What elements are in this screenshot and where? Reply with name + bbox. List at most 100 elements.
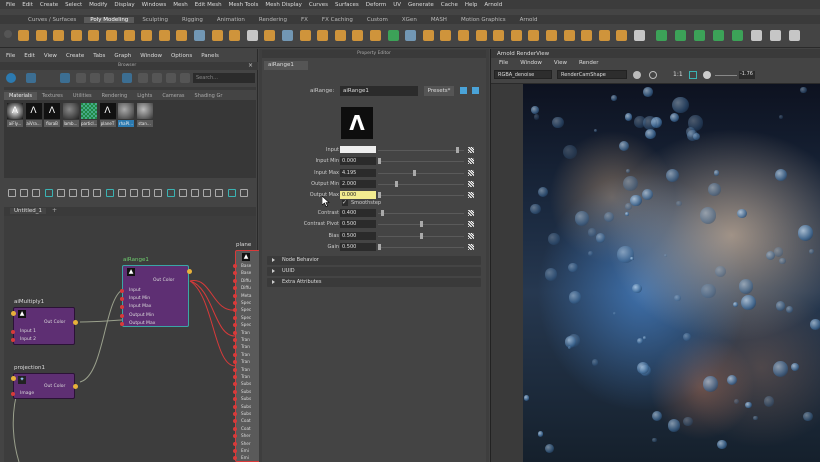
map-button-icon[interactable] xyxy=(468,210,474,216)
browser-gear-icon[interactable] xyxy=(180,73,190,83)
map-button-icon[interactable] xyxy=(468,232,474,239)
shelf-tool-icon[interactable] xyxy=(475,30,487,41)
menu-surfaces[interactable]: Surfaces xyxy=(335,2,359,8)
menu-edit-mesh[interactable]: Edit Mesh xyxy=(195,2,222,8)
shelf-tool-icon[interactable] xyxy=(422,30,434,41)
port-in[interactable] xyxy=(233,367,237,372)
node-editor-tool-icon[interactable] xyxy=(227,189,236,197)
attr-slider-handle[interactable] xyxy=(394,180,398,187)
shelf-tool-icon[interactable] xyxy=(510,30,522,41)
port-in[interactable] xyxy=(120,289,124,293)
shelf-tool-icon[interactable] xyxy=(751,30,762,41)
shelf-tool-icon[interactable] xyxy=(18,30,29,41)
material-swatch[interactable]: particl... xyxy=(81,103,97,128)
shelf-tool-icon[interactable] xyxy=(352,30,364,41)
port-in[interactable] xyxy=(233,441,237,446)
port-out[interactable] xyxy=(73,320,78,325)
tab-fx[interactable]: FX xyxy=(295,17,314,23)
port-in[interactable] xyxy=(11,338,15,342)
tab-rendering[interactable]: Rendering xyxy=(253,17,293,23)
shelf-tool-icon[interactable] xyxy=(546,30,557,41)
menu-mesh-tools[interactable]: Mesh Tools xyxy=(229,2,259,8)
shelf-tool-icon[interactable] xyxy=(789,30,800,41)
port-in[interactable] xyxy=(233,293,237,298)
port-in[interactable] xyxy=(233,456,237,461)
shelf-tool-icon[interactable] xyxy=(694,30,705,41)
hs-menu-options[interactable]: Options xyxy=(171,53,192,59)
node-editor-tool-icon[interactable] xyxy=(239,189,248,197)
attr-slider-track[interactable] xyxy=(378,183,464,185)
port-in[interactable] xyxy=(233,382,237,387)
port-in[interactable] xyxy=(233,397,237,402)
attr-field[interactable]: 0.000 xyxy=(340,157,376,166)
port-in[interactable] xyxy=(11,311,16,316)
port-in[interactable] xyxy=(233,264,237,268)
rv-menu-render[interactable]: Render xyxy=(579,60,599,66)
port-in[interactable] xyxy=(233,404,237,409)
shelf-tool-icon[interactable] xyxy=(656,30,667,41)
shelf-tool-icon[interactable] xyxy=(264,30,276,41)
tab-airange[interactable]: aiRange1 xyxy=(264,61,308,70)
shelf-tool-icon[interactable] xyxy=(88,30,100,41)
browser-medium-icon[interactable] xyxy=(104,73,114,83)
shelf-tool-icon[interactable] xyxy=(616,30,628,41)
menu-cache[interactable]: Cache xyxy=(441,2,458,8)
hs-menu-view[interactable]: View xyxy=(44,53,57,59)
port-in[interactable] xyxy=(233,330,237,335)
menu-deform[interactable]: Deform xyxy=(366,2,386,8)
node-editor-tool-icon[interactable] xyxy=(69,189,77,197)
tab-untitled[interactable]: Untitled_1 xyxy=(10,208,47,214)
tab-poly-modeling[interactable]: Poly Modeling xyxy=(84,16,135,23)
shelf-tool-icon[interactable] xyxy=(106,30,117,41)
attr-field[interactable]: 0.500 xyxy=(340,220,376,229)
menu-modify[interactable]: Modify xyxy=(89,2,107,8)
material-swatch[interactable]: lamb... xyxy=(62,103,79,128)
tab-lights[interactable]: Lights xyxy=(132,92,157,100)
shelf-tool-icon[interactable] xyxy=(246,30,258,41)
attr-slider-handle[interactable] xyxy=(420,221,423,228)
attr-slider-handle[interactable] xyxy=(413,169,417,176)
tab-arnold[interactable]: Arnold xyxy=(514,17,544,23)
browser-pin-icon[interactable] xyxy=(166,73,176,83)
tab-materials[interactable]: Materials xyxy=(4,92,37,100)
shelf-tool-icon[interactable] xyxy=(770,30,781,41)
render-icon[interactable] xyxy=(633,71,641,79)
menu-select[interactable]: Select xyxy=(65,2,82,8)
tab-sculpting[interactable]: Sculpting xyxy=(136,17,174,23)
camera-dropdown[interactable]: RenderCamShape xyxy=(557,70,627,79)
attr-slider-track[interactable] xyxy=(378,195,464,197)
node-editor-tool-icon[interactable] xyxy=(154,189,163,197)
port-in[interactable] xyxy=(233,352,237,357)
node-editor-tool-icon[interactable] xyxy=(130,189,138,197)
notes-icon[interactable] xyxy=(472,87,479,94)
port-in[interactable] xyxy=(11,330,15,334)
attr-field[interactable]: 0.400 xyxy=(340,209,376,217)
attr-slider-track[interactable] xyxy=(378,246,464,248)
shelf-tool-icon[interactable] xyxy=(35,30,47,41)
shelf-tool-icon[interactable] xyxy=(176,30,188,41)
browser-view-icon[interactable] xyxy=(6,73,16,83)
port-in[interactable] xyxy=(233,389,237,394)
node-editor-tool-icon[interactable] xyxy=(203,189,212,197)
attr-slider-handle[interactable] xyxy=(378,243,381,250)
port-in[interactable] xyxy=(233,278,237,283)
rv-menu-file[interactable]: File xyxy=(499,60,508,66)
port-in[interactable] xyxy=(233,271,237,276)
port-in[interactable] xyxy=(233,426,237,431)
port-in[interactable] xyxy=(11,376,16,381)
shelf-tool-icon[interactable] xyxy=(229,30,241,41)
material-swatch[interactable]: ΛaiFly... xyxy=(7,103,23,128)
node-editor-tool-icon[interactable] xyxy=(178,189,187,197)
tab-rigging[interactable]: Rigging xyxy=(176,17,209,23)
port-in[interactable] xyxy=(233,412,237,416)
attr-slider-handle[interactable] xyxy=(456,147,460,153)
map-button-icon[interactable] xyxy=(468,169,474,176)
add-tab-icon[interactable]: + xyxy=(52,207,57,214)
node-editor-tool-icon[interactable] xyxy=(142,189,151,197)
menu-display[interactable]: Display xyxy=(114,2,134,8)
port-in[interactable] xyxy=(233,419,237,424)
node-editor-tool-icon[interactable] xyxy=(44,189,53,197)
menu-mesh[interactable]: Mesh xyxy=(173,2,187,8)
shelf-tool-icon[interactable] xyxy=(598,30,610,41)
browser-refresh-icon[interactable] xyxy=(152,73,162,83)
